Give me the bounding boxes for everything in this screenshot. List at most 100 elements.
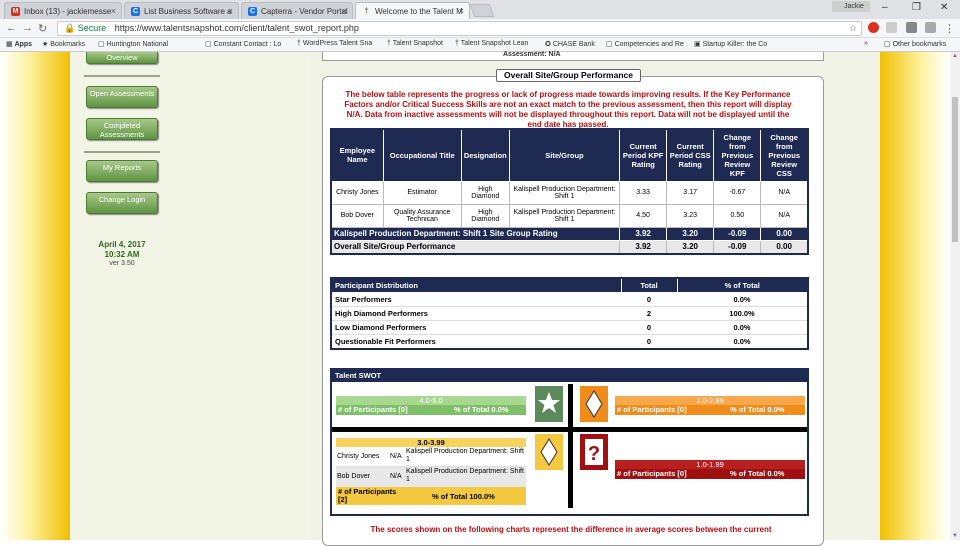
scroll-thumb[interactable] bbox=[952, 97, 958, 242]
bookmark-item[interactable]: † WordPress Talent Sna bbox=[297, 40, 372, 47]
menu-icon[interactable]: ⋮ bbox=[944, 22, 955, 35]
profile-name: Jackie bbox=[844, 3, 864, 10]
scroll-down-icon[interactable]: ▼ bbox=[952, 533, 958, 539]
cell: 0 bbox=[621, 320, 677, 335]
swot-title: Talent SWOT bbox=[332, 370, 807, 382]
extension-icon[interactable] bbox=[886, 22, 897, 33]
vertical-divider bbox=[568, 384, 573, 508]
performance-table: Employee Name Occupational Title Designa… bbox=[330, 128, 809, 255]
cell: High Diamond Performers bbox=[331, 306, 621, 321]
table-header: Participant Distribution Total % of Tota… bbox=[330, 277, 809, 293]
open-assessments-button[interactable]: Open Assessments bbox=[86, 86, 158, 108]
person-name: Christy Jones bbox=[337, 453, 380, 460]
close-icon[interactable]: × bbox=[459, 6, 464, 16]
cell: High Diamond bbox=[460, 203, 510, 228]
cell: 100.0% bbox=[677, 306, 808, 321]
bookmark-item[interactable]: ✪ CHASE Bank bbox=[545, 40, 595, 48]
col-designation: Designation bbox=[460, 128, 510, 182]
bookmark-item[interactable]: ▢ Constant Contact : Lo bbox=[205, 40, 281, 48]
bookmark-item[interactable]: † Talent Snapshot bbox=[387, 40, 443, 47]
url-input[interactable]: 🔒 Secure https://www.talentsnapshot.com/… bbox=[57, 21, 862, 36]
bookmark-other[interactable]: ▢ Other bookmarks bbox=[884, 40, 946, 48]
col-total: Total bbox=[620, 277, 678, 293]
overview-button[interactable]: Overview bbox=[86, 52, 158, 64]
tab-capterra-list[interactable]: C List Business Software a × bbox=[124, 2, 239, 19]
window-close-icon[interactable]: ✕ bbox=[940, 2, 948, 13]
cell: -0.09 bbox=[713, 226, 762, 241]
bookmark-apps[interactable]: ▦ Apps bbox=[6, 40, 32, 48]
cell: 3.33 bbox=[619, 180, 668, 205]
extension-icon[interactable] bbox=[925, 22, 936, 33]
secure-label: Secure bbox=[77, 23, 107, 33]
table-row: High Diamond Performers 2 100.0% bbox=[331, 306, 808, 321]
person-name: Bob Dover bbox=[337, 473, 371, 480]
reload-icon[interactable]: ↻ bbox=[38, 22, 47, 35]
list-item: Christy Jones N/A Kalispell Production D… bbox=[336, 447, 526, 467]
bookmark-item[interactable]: ▣ Startup Killer: the Co bbox=[694, 40, 767, 48]
col-site-group: Site/Group bbox=[508, 128, 621, 182]
cell: Questionable Fit Performers bbox=[331, 334, 621, 350]
cell: 3.20 bbox=[666, 239, 715, 255]
profile-button[interactable]: Jackie bbox=[832, 1, 870, 12]
q1-summary: # of Participants [0] % of Total 0.0% bbox=[336, 405, 526, 415]
scroll-up-icon[interactable]: ▲ bbox=[952, 53, 958, 59]
q4-range: 1.0-1.99 bbox=[615, 460, 805, 469]
talent-icon: † bbox=[364, 8, 369, 15]
extension-icon[interactable] bbox=[906, 22, 917, 33]
talent-swot: Talent SWOT 4.0-5.0 # of Participants [0… bbox=[330, 368, 809, 516]
diamond-icon bbox=[580, 386, 608, 422]
cell: 4.50 bbox=[619, 203, 668, 228]
table-row: Low Diamond Performers 0 0.0% bbox=[331, 320, 808, 335]
tab-title: Capterra - Vendor Portal bbox=[261, 7, 348, 16]
address-bar: ← → ↻ 🔒 Secure https://www.talentsnapsho… bbox=[0, 19, 960, 38]
bookmark-folder[interactable]: ★ Bookmarks bbox=[42, 40, 85, 48]
tab-talent[interactable]: † Welcome to the Talent M × bbox=[355, 2, 470, 19]
change-login-button[interactable]: Change Login bbox=[86, 192, 158, 214]
bookmark-item[interactable]: ▢ Huntington National bbox=[98, 40, 168, 48]
cell: N/A bbox=[760, 180, 809, 205]
new-tab-button[interactable] bbox=[469, 4, 495, 17]
close-icon[interactable]: × bbox=[111, 6, 116, 16]
previous-panel: Assessment: N/A bbox=[322, 51, 824, 61]
q2-summary: # of Participants [0] % of Total 0.0% bbox=[615, 405, 805, 415]
current-time: 10:32 AM bbox=[104, 250, 140, 259]
q1-pct: % of Total 0.0% bbox=[454, 405, 509, 414]
assessment-label: Assessment: N/A bbox=[503, 51, 561, 58]
maximize-icon[interactable]: ❐ bbox=[912, 2, 921, 13]
bookmark-item[interactable]: † Talent Snapshot Lean bbox=[455, 40, 528, 47]
scrollbar[interactable]: ▲ ▼ bbox=[950, 52, 960, 540]
site-rating-row: Kalispell Production Department: Shift 1… bbox=[330, 226, 809, 241]
version-label: ver 3.50 bbox=[109, 260, 135, 267]
tab-title: Welcome to the Talent M bbox=[375, 7, 463, 16]
person-value: N/A bbox=[390, 473, 402, 480]
cell: 2 bbox=[621, 306, 677, 321]
close-icon[interactable]: × bbox=[228, 6, 233, 16]
my-reports-button[interactable]: My Reports bbox=[86, 160, 158, 182]
cell: 0.50 bbox=[713, 203, 762, 228]
minimize-icon[interactable]: – bbox=[882, 2, 888, 13]
close-icon[interactable]: × bbox=[342, 6, 347, 16]
list-item: Bob Dover N/A Kalispell Production Depar… bbox=[336, 467, 526, 487]
tab-capterra-vendor[interactable]: C Capterra - Vendor Portal × bbox=[241, 2, 353, 19]
svg-text:?: ? bbox=[588, 443, 600, 465]
table-row: Bob Dover Quality Assurance Technican Hi… bbox=[330, 203, 809, 228]
col-distribution: Participant Distribution bbox=[330, 277, 622, 293]
star-icon[interactable]: ☆ bbox=[849, 22, 857, 35]
forward-icon[interactable]: → bbox=[22, 22, 33, 34]
q2-pct: % of Total 0.0% bbox=[730, 405, 785, 414]
tab-strip: M Inbox (13) - jackiemesse × C List Busi… bbox=[0, 0, 960, 19]
cell: 3.92 bbox=[619, 226, 668, 241]
table-row: Christy Jones Estimator High Diamond Kal… bbox=[330, 180, 809, 205]
back-icon[interactable]: ← bbox=[6, 22, 17, 34]
person-site: Kalispell Production Department: Shift 1 bbox=[406, 448, 524, 463]
completed-assessments-button[interactable]: Completed Assessments bbox=[86, 118, 158, 140]
star-icon bbox=[535, 386, 563, 422]
cell: 3.92 bbox=[619, 239, 668, 255]
bookmark-item[interactable]: ▢ Competencies and Re bbox=[606, 40, 684, 48]
extension-icon[interactable] bbox=[868, 22, 879, 33]
tab-gmail[interactable]: M Inbox (13) - jackiemesse × bbox=[4, 2, 122, 19]
q2-range: 2.0-2.99 bbox=[615, 396, 805, 405]
q4-summary: # of Participants [0] % of Total 0.0% bbox=[615, 469, 805, 479]
person-site: Kalispell Production Department: Shift 1 bbox=[406, 468, 524, 483]
bookmarks-overflow[interactable]: » bbox=[864, 40, 868, 47]
